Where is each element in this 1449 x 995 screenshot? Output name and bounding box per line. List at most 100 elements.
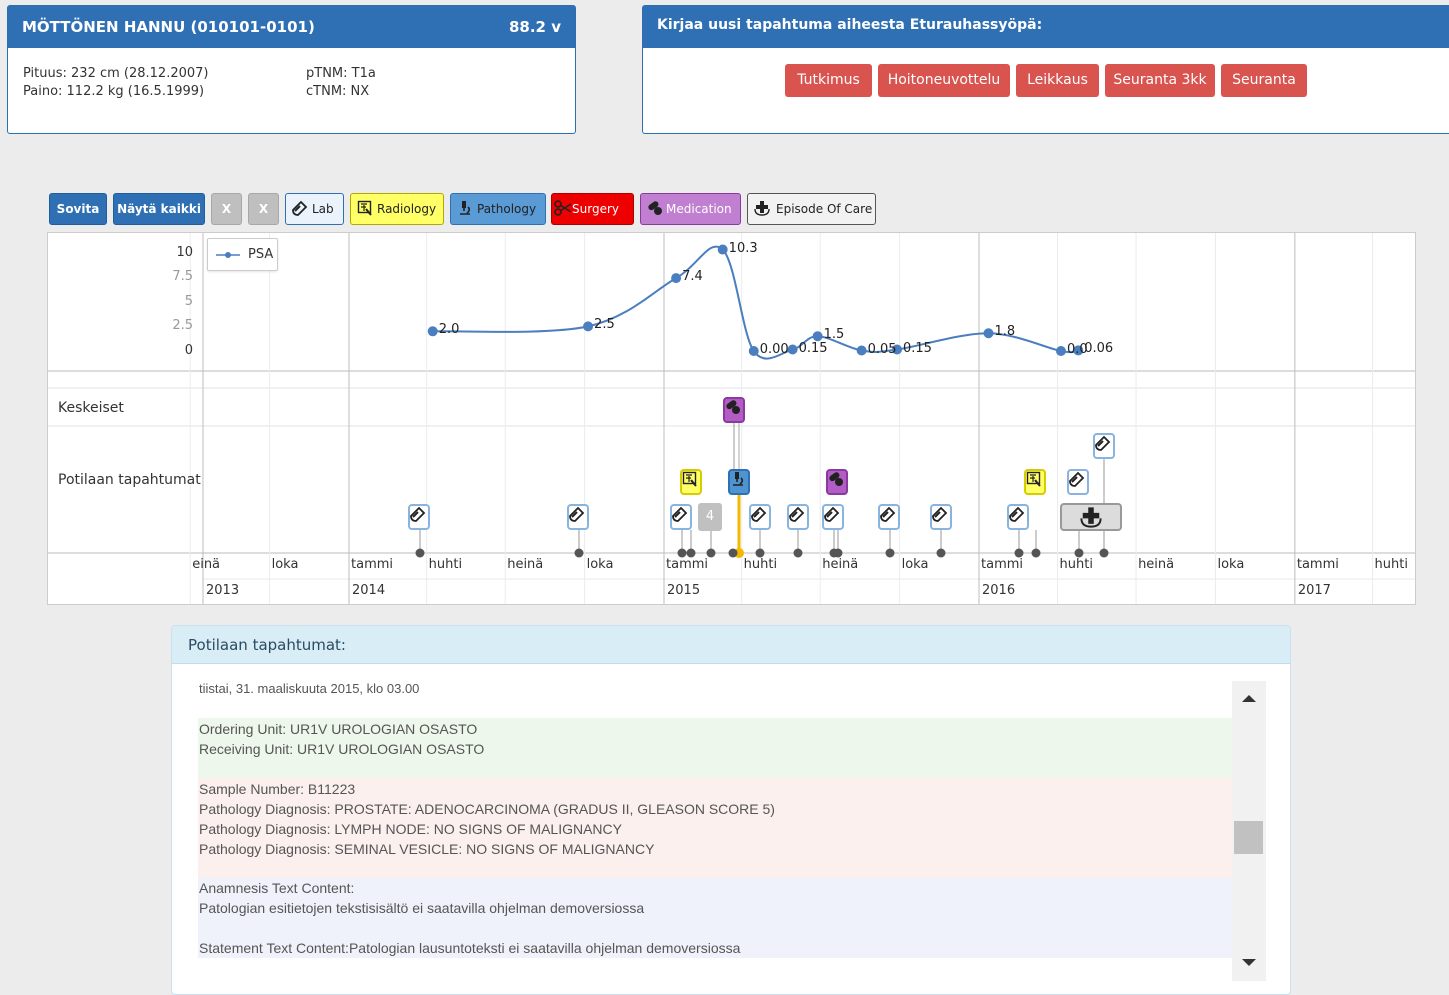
month-label: huhti — [743, 557, 778, 572]
radiology-icon — [357, 197, 373, 216]
clear-button-1[interactable]: X — [211, 193, 242, 225]
medical-cross-icon — [754, 197, 770, 216]
lab-event[interactable] — [408, 504, 430, 530]
tutkimus-button[interactable]: Tutkimus — [785, 64, 872, 97]
pills-icon — [647, 197, 663, 215]
anamnesis-text: Patologian esitietojen tekstisisältö ei … — [199, 900, 645, 916]
lab-event[interactable] — [878, 504, 900, 530]
surgery-filter-button[interactable]: Surgery — [551, 193, 634, 225]
year-label: 2014 — [352, 583, 386, 598]
lab-event[interactable] — [670, 504, 692, 530]
hoitoneuvottelu-button[interactable]: Hoitoneuvottelu — [878, 64, 1010, 97]
show-all-button[interactable]: Näytä kaikki — [113, 193, 205, 225]
new-event-panel: Kirjaa uusi tapahtuma aiheesta Eturauhas… — [642, 5, 1449, 134]
radiology-filter-button[interactable]: Radiology — [350, 193, 444, 225]
test-tube-icon — [569, 506, 585, 522]
month-label: huhti — [428, 557, 463, 572]
test-tube-icon — [751, 506, 767, 522]
patient-height: Pituus: 232 cm (28.12.2007) — [23, 66, 209, 81]
lab-filter-button[interactable]: Lab — [285, 193, 344, 225]
medication-event[interactable] — [826, 469, 848, 495]
sample-number: Sample Number: B11223 — [199, 781, 356, 797]
events-panel-title: Potilaan tapahtumat: — [172, 626, 1290, 664]
psa-line — [432, 245, 1079, 360]
lab-event[interactable] — [1067, 469, 1089, 495]
statement-text: Statement Text Content:Patologian lausun… — [199, 940, 741, 956]
psa-data-label: 2.0 — [438, 322, 460, 338]
episode-filter-button[interactable]: Episode Of Care — [747, 193, 876, 225]
test-tube-icon — [880, 506, 896, 522]
lab-icon — [292, 197, 308, 216]
lab-event[interactable] — [1007, 504, 1029, 530]
seuranta-button[interactable]: Seuranta — [1221, 64, 1307, 97]
month-label: loka — [901, 557, 929, 572]
event-dot — [728, 548, 738, 558]
pathology-filter-button[interactable]: Pathology — [450, 193, 546, 225]
test-tube-icon — [1069, 471, 1085, 487]
psa-point — [983, 328, 994, 339]
lab-filter-label: Lab — [312, 202, 334, 216]
year-label: 2013 — [206, 583, 240, 598]
fit-button[interactable]: Sovita — [49, 193, 107, 225]
test-tube-icon — [824, 506, 840, 522]
lab-event[interactable] — [749, 504, 771, 530]
psa-data-label: 10.3 — [728, 240, 758, 256]
lab-event[interactable] — [822, 504, 844, 530]
test-tube-icon — [1009, 506, 1025, 522]
event-dot — [793, 548, 803, 558]
leikkaus-button[interactable]: Leikkaus — [1016, 64, 1099, 97]
lab-event[interactable] — [930, 504, 952, 530]
scrollbar-graphic — [1232, 681, 1266, 981]
lab-event[interactable] — [787, 504, 809, 530]
month-label: heinä — [507, 557, 544, 572]
test-tube-icon — [410, 506, 426, 522]
new-event-title: Kirjaa uusi tapahtuma aiheesta Eturauhas… — [643, 6, 1449, 48]
y-tick-7.5: 7.5 — [172, 269, 193, 284]
month-label: heinä — [1138, 557, 1175, 572]
psa-point — [1055, 346, 1066, 356]
psa-data-label: 2.5 — [594, 317, 615, 333]
psa-data-label: 0.00 — [759, 342, 789, 357]
pills-icon — [829, 472, 843, 486]
seuranta-3kk-button[interactable]: Seuranta 3kk — [1105, 64, 1215, 97]
episode-of-care-event[interactable] — [1060, 503, 1122, 531]
ordering-unit: Ordering Unit: UR1V UROLOGIAN OSASTO — [199, 721, 478, 737]
month-label: loka — [1217, 557, 1245, 572]
pathology-diagnosis-prostate: Pathology Diagnosis: PROSTATE: ADENOCARC… — [199, 801, 775, 817]
radiology-event[interactable] — [680, 469, 702, 495]
psa-point — [717, 244, 728, 255]
year-label: 2016 — [982, 583, 1016, 598]
psa-point — [583, 321, 594, 332]
month-label: loka — [271, 557, 299, 572]
radiology-icon — [682, 471, 697, 487]
episode-filter-label: Episode Of Care — [776, 202, 873, 216]
y-tick-5: 5 — [184, 294, 193, 309]
month-label: tammi — [666, 557, 709, 572]
test-tube-icon — [1095, 435, 1111, 451]
event-dot — [1099, 548, 1109, 558]
psa-data-label: 1.5 — [823, 327, 845, 343]
patient-weight: Paino: 112.2 kg (16.5.1999) — [23, 84, 205, 99]
medication-filter-button[interactable]: Medication — [640, 193, 741, 225]
scrollbar-thumb — [1234, 821, 1263, 854]
pathology-event[interactable] — [728, 469, 750, 495]
month-label: huhti — [1374, 557, 1408, 572]
y-tick-0: 0 — [184, 343, 193, 358]
radiology-event[interactable] — [1024, 469, 1046, 495]
month-label: loka — [586, 557, 614, 572]
lab-event[interactable] — [1093, 433, 1115, 459]
psa-point — [671, 273, 682, 284]
psa-point — [748, 346, 759, 356]
timeline[interactable]: 10 7.5 5 2.5 0 PSA 2.0 2.5 7.4 10.3 0.00 0.15… — [47, 232, 1416, 605]
events-scrollbar[interactable] — [1232, 681, 1266, 981]
radiology-icon — [1026, 471, 1041, 487]
month-label: einä — [192, 557, 221, 572]
lab-event[interactable] — [567, 504, 589, 530]
chart-legend[interactable]: PSA — [207, 238, 278, 271]
medication-event[interactable] — [723, 397, 745, 423]
clear-button-2[interactable]: X — [248, 193, 279, 225]
event-count-badge[interactable]: 4 — [698, 503, 722, 531]
microscope-icon — [733, 472, 744, 486]
pathology-filter-label: Pathology — [477, 202, 537, 216]
pills-icon — [726, 400, 740, 414]
